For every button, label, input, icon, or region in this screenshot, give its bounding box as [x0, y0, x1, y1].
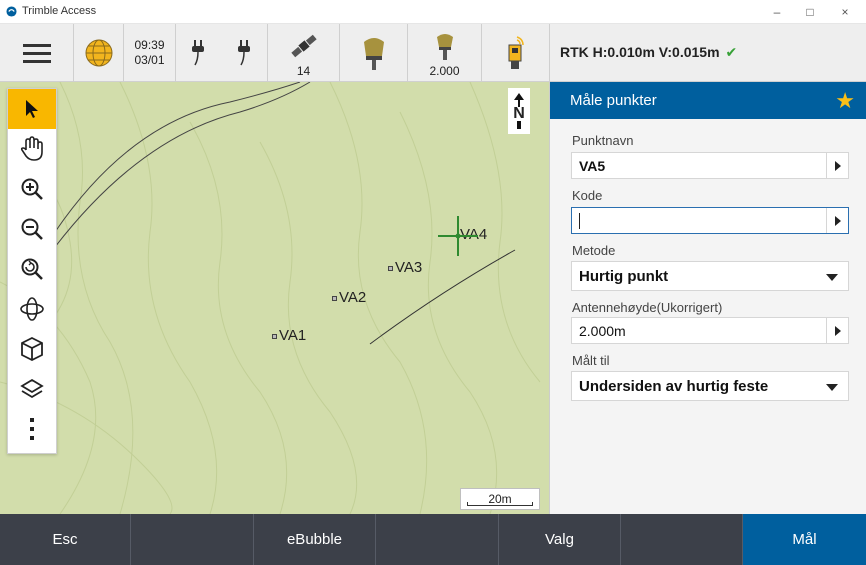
minimize-button[interactable]: – [762, 2, 792, 22]
3d-view-tool[interactable] [8, 329, 56, 369]
map-view[interactable]: VA1 VA2 VA3 VA4 20m [0, 82, 549, 514]
map-scale-bar: 20m [460, 488, 540, 510]
receiver-status-button[interactable] [340, 24, 408, 82]
pan-tool[interactable] [8, 129, 56, 169]
map-point[interactable]: VA2 [332, 289, 366, 306]
select-tool[interactable] [8, 89, 56, 129]
power-status-2[interactable] [220, 24, 268, 82]
rtk-precision-text: RTK H:0.010m V:0.015m [560, 44, 720, 60]
chevron-down-icon [826, 384, 838, 391]
pan-hand-icon [20, 136, 43, 161]
point-label: VA3 [395, 259, 423, 276]
zoom-out-icon [21, 218, 43, 240]
power-status-1[interactable] [176, 24, 220, 82]
layers-tool[interactable] [8, 369, 56, 409]
zoom-out-tool[interactable] [8, 209, 56, 249]
trimble-logo-icon [6, 6, 17, 17]
map-toolbar [7, 88, 57, 454]
3d-cube-icon [21, 336, 43, 362]
rtk-status: RTK H:0.010m V:0.015m ✔ [560, 44, 737, 61]
method-dropdown[interactable]: Hurtig punkt [571, 261, 849, 291]
chevron-right-icon [834, 215, 841, 226]
chevron-right-icon [834, 325, 841, 336]
point-name-label: Punktnavn [572, 133, 634, 148]
zoom-extents-icon [21, 258, 43, 280]
select-arrow-icon [26, 100, 38, 118]
clock-display: 09:39 03/01 [124, 24, 176, 82]
controller-status-button[interactable] [482, 24, 550, 82]
code-field[interactable] [571, 207, 849, 234]
options-button[interactable]: Valg [499, 514, 621, 565]
measured-to-dropdown[interactable]: Undersiden av hurtig feste [571, 371, 849, 401]
more-tools-button[interactable] [8, 409, 56, 449]
antenna-height-button[interactable]: 2.000 [408, 24, 482, 82]
measure-button[interactable]: Mål [743, 514, 866, 565]
antenna-height-field[interactable]: 2.000m [571, 317, 849, 344]
window-titlebar: Trimble Access – □ × [0, 0, 866, 24]
north-label: N [513, 105, 525, 122]
map-contours [0, 82, 541, 514]
orbit-icon [20, 297, 44, 321]
status-toolbar: 09:39 03/01 14 2.000 RTK H:0.010m V:0.01… [0, 24, 866, 82]
esc-button[interactable]: Esc [0, 514, 131, 565]
panel-header: Måle punkter ★ [550, 82, 866, 119]
close-button[interactable]: × [830, 2, 860, 22]
satellite-count: 14 [296, 64, 311, 78]
orbit-tool[interactable] [8, 289, 56, 329]
chevron-down-icon [826, 274, 838, 281]
north-arrow[interactable]: N [508, 88, 530, 134]
time-text: 09:39 [134, 38, 165, 52]
menu-button[interactable] [0, 24, 74, 82]
measured-to-label: Målt til [572, 353, 610, 368]
power-plug-icon [237, 40, 250, 66]
power-plug-icon [192, 40, 204, 66]
measured-to-value: Undersiden av hurtig feste [579, 378, 769, 395]
softkey-empty-3[interactable] [621, 514, 743, 565]
softkey-empty-2[interactable] [376, 514, 499, 565]
window-title: Trimble Access [22, 5, 97, 17]
date-text: 03/01 [134, 53, 165, 67]
text-caret [579, 213, 580, 229]
layers-icon [20, 378, 44, 399]
globe-icon [85, 39, 112, 67]
softkey-bar: Esc eBubble Valg Mål [0, 514, 866, 565]
method-value: Hurtig punkt [579, 268, 669, 285]
ebubble-button[interactable]: eBubble [254, 514, 376, 565]
current-position-crosshair-icon [438, 216, 478, 256]
antenna-icon [436, 34, 453, 60]
measure-points-panel: Måle punkter ★ Punktnavn VA5 Kode Metode… [549, 82, 866, 514]
antenna-height-label: Antennehøyde(Ukorrigert) [572, 300, 723, 315]
point-label: VA2 [339, 289, 367, 306]
point-name-field[interactable]: VA5 [571, 152, 849, 179]
point-name-value: VA5 [579, 158, 606, 174]
job-globe-button[interactable] [74, 24, 124, 82]
chevron-right-icon [834, 160, 841, 171]
favorite-star-icon[interactable]: ★ [835, 88, 855, 114]
panel-title: Måle punkter [570, 92, 657, 109]
method-label: Metode [572, 243, 616, 258]
antenna-height-value: 2.000 [429, 64, 460, 78]
point-name-arrow-button[interactable] [826, 153, 848, 178]
code-label: Kode [572, 188, 603, 203]
point-label: VA1 [279, 327, 307, 344]
hamburger-icon [22, 44, 51, 63]
gnss-receiver-icon [363, 38, 384, 70]
softkey-empty-1[interactable] [131, 514, 254, 565]
check-icon: ✔ [725, 44, 738, 60]
satellite-status-button[interactable]: 14 [268, 24, 340, 82]
map-point[interactable]: VA1 [272, 327, 306, 344]
antenna-height-arrow-button[interactable] [826, 318, 848, 343]
zoom-extents-tool[interactable] [8, 249, 56, 289]
zoom-in-tool[interactable] [8, 169, 56, 209]
zoom-in-icon [21, 178, 43, 200]
map-point[interactable]: VA3 [388, 259, 422, 276]
antenna-height-field-value: 2.000m [579, 323, 626, 339]
radio-controller-icon [508, 36, 524, 69]
more-vertical-icon [30, 418, 34, 440]
satellite-icon [290, 34, 317, 58]
maximize-button[interactable]: □ [795, 2, 825, 22]
code-arrow-button[interactable] [826, 208, 848, 233]
